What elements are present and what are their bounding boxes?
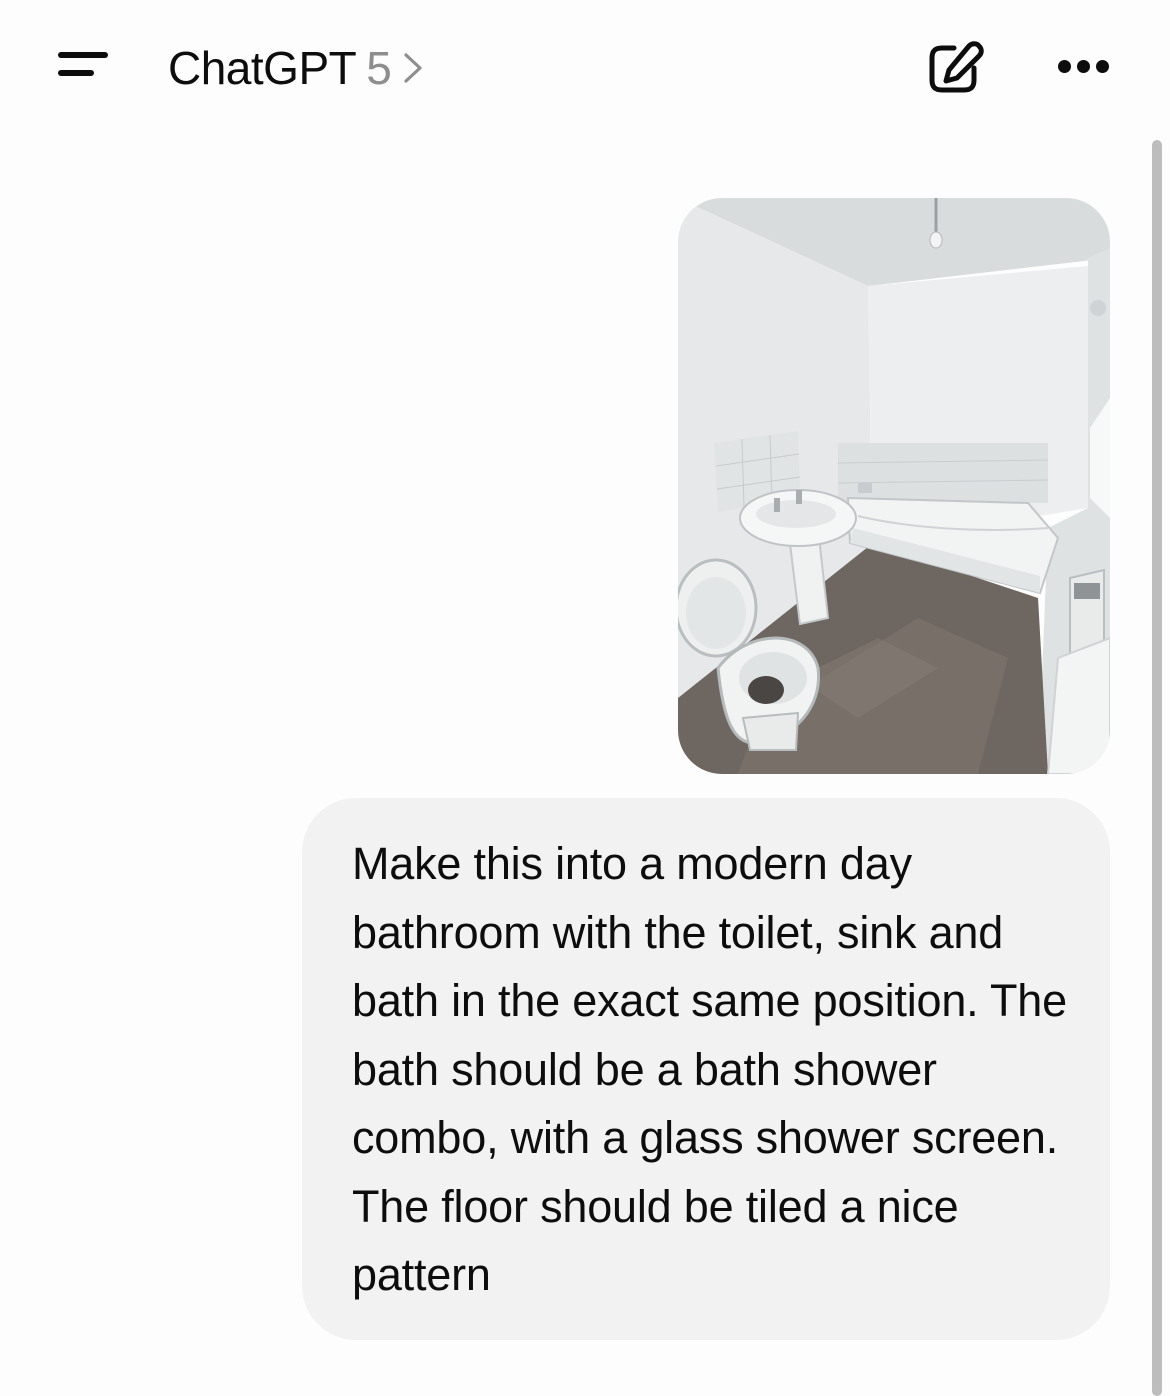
model-version: 5 xyxy=(366,42,392,94)
bathroom-photo-attachment[interactable] xyxy=(678,198,1110,774)
scrollbar[interactable] xyxy=(1152,140,1162,1396)
user-message-text: Make this into a modern day bathroom wit… xyxy=(352,838,1067,1300)
sidebar-menu-icon[interactable] xyxy=(48,38,118,98)
dot xyxy=(1096,60,1109,73)
bathroom-photo xyxy=(678,198,1110,774)
chat-screen: ChatGPT 5 Make this into a modern day ba… xyxy=(0,0,1170,1396)
dot xyxy=(1077,60,1090,73)
chevron-right-icon xyxy=(404,53,422,83)
new-chat-edit-icon[interactable] xyxy=(920,36,986,102)
user-message-bubble: Make this into a modern day bathroom wit… xyxy=(302,798,1110,1340)
model-selector[interactable]: ChatGPT 5 xyxy=(168,38,424,98)
menu-line-bottom xyxy=(58,70,94,76)
top-bar: ChatGPT 5 xyxy=(0,0,1170,130)
dot xyxy=(1058,60,1071,73)
more-options-icon[interactable] xyxy=(1048,42,1118,92)
app-title: ChatGPT xyxy=(168,42,357,94)
menu-line-top xyxy=(58,52,108,58)
